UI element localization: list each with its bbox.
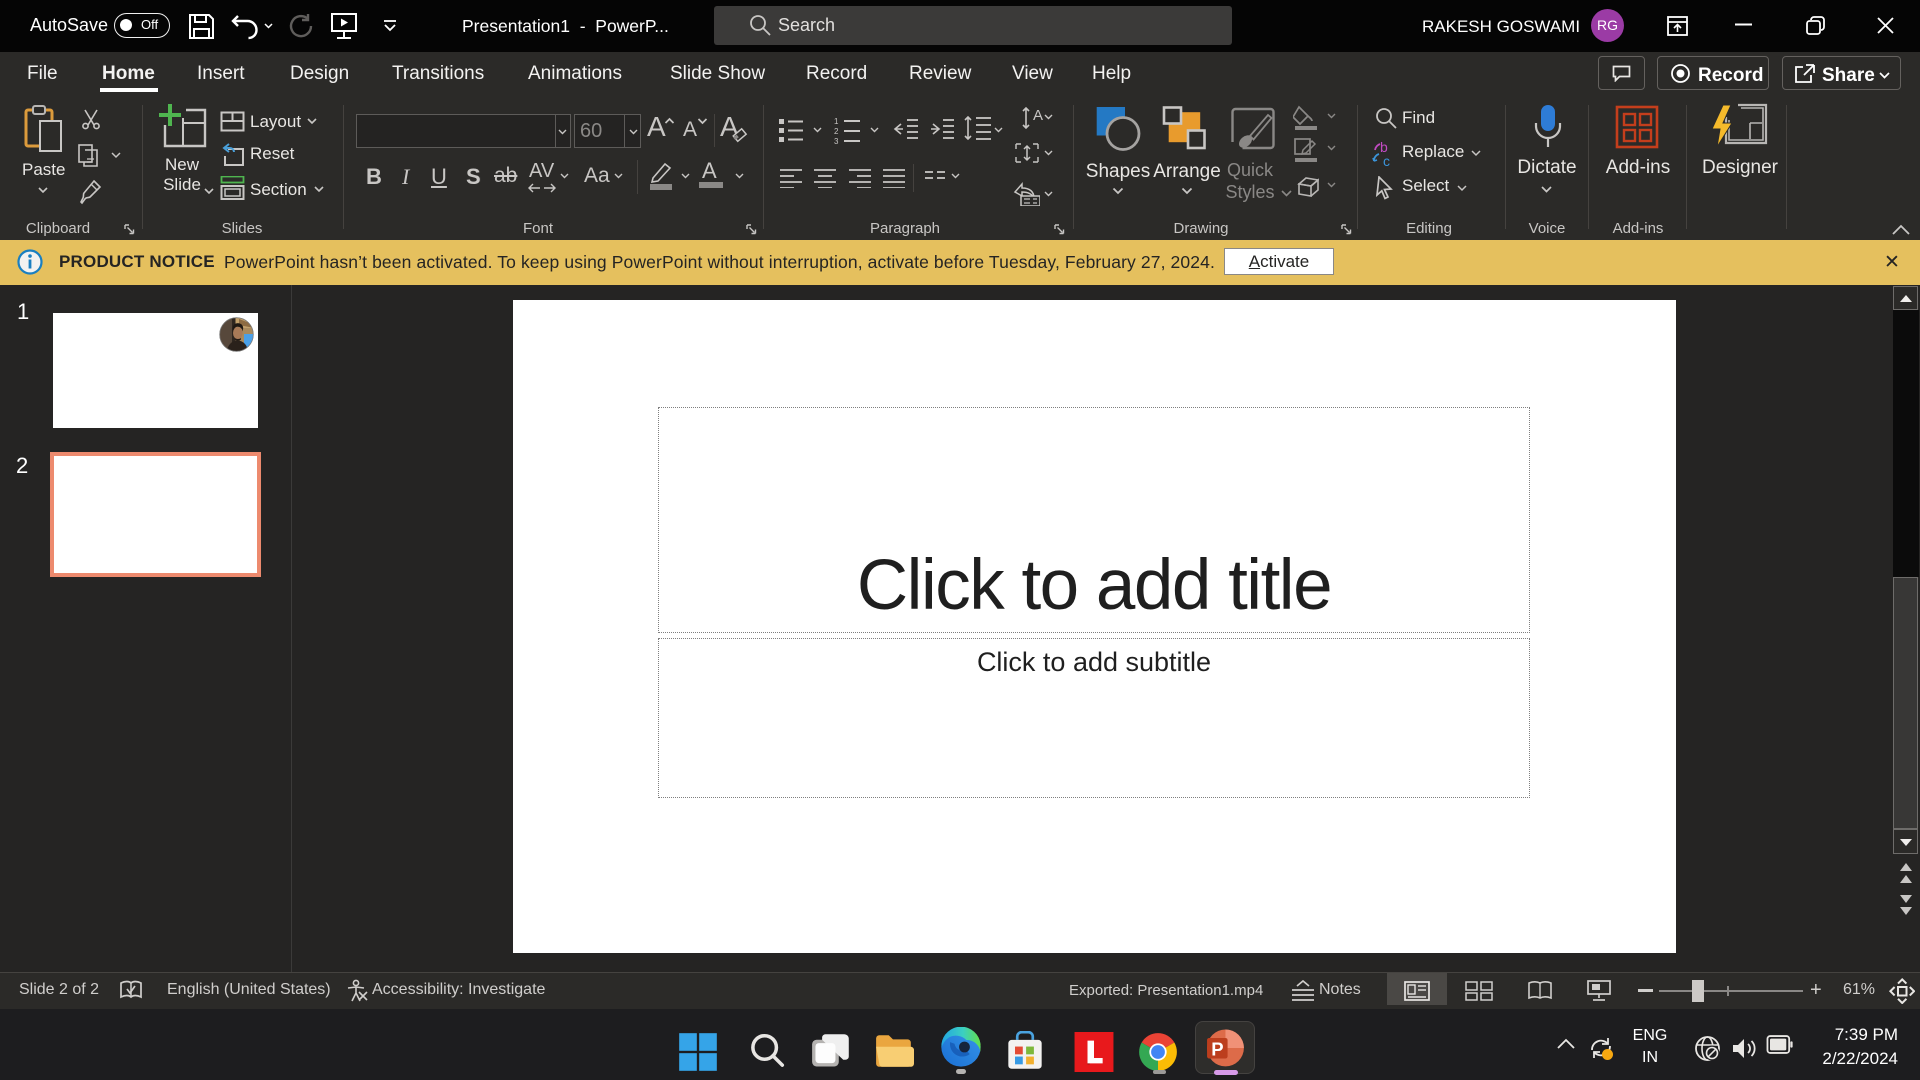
svg-text:P: P	[1211, 1038, 1223, 1059]
